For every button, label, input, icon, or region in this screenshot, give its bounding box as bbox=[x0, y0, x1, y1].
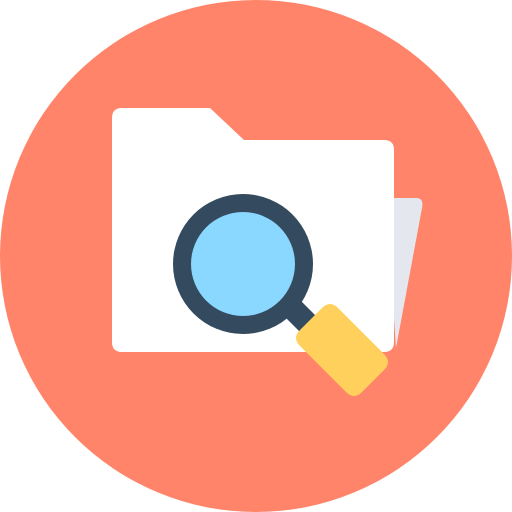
icon-canvas bbox=[0, 0, 512, 512]
folder-search-icon bbox=[0, 0, 512, 512]
magnifier-glass bbox=[191, 212, 295, 316]
